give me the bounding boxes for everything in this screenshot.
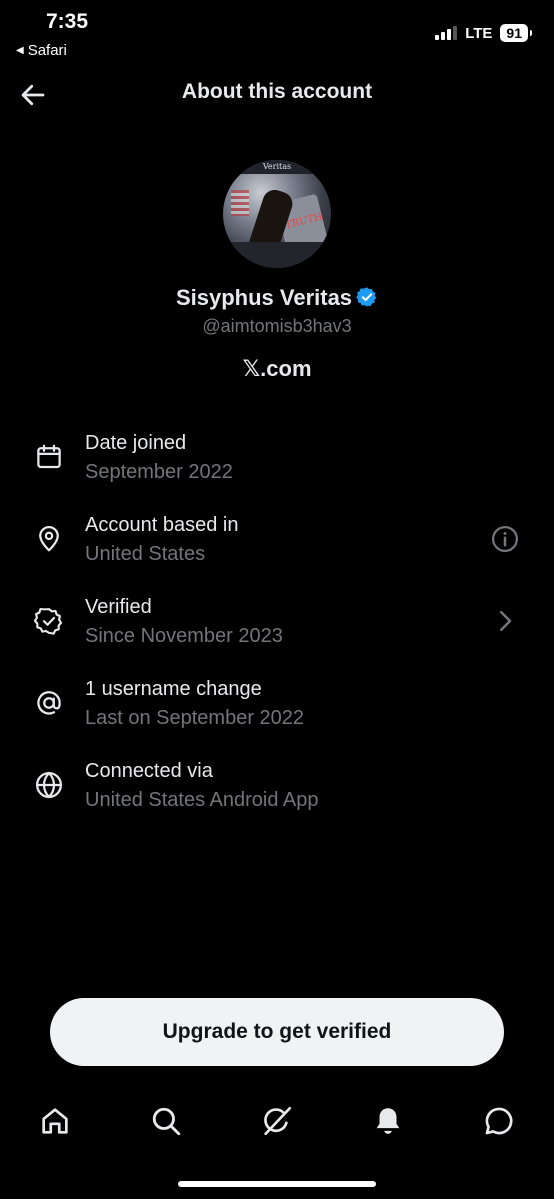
info-title: Account based in xyxy=(85,514,239,536)
verified-badge-icon[interactable] xyxy=(356,286,378,308)
info-title: 1 username change xyxy=(85,678,262,700)
info-row-date-joined: Date joined September 2022 xyxy=(0,420,554,502)
battery-level: 91 xyxy=(500,24,532,42)
info-title: Date joined xyxy=(85,432,187,454)
display-name: Sisyphus Veritas xyxy=(175,285,353,310)
notifications-bell-icon[interactable] xyxy=(371,1104,405,1138)
back-app-label: Safari xyxy=(27,42,67,59)
account-info-list: Date joined September 2022 Account based… xyxy=(0,420,554,830)
grok-icon[interactable] xyxy=(260,1104,294,1138)
avatar[interactable]: Veritas TRUTH xyxy=(223,160,331,268)
info-title: Verified xyxy=(85,596,152,618)
info-title: Connected via xyxy=(85,760,213,782)
at-sign-icon xyxy=(37,691,61,715)
site-name: 𝕏.com xyxy=(242,356,312,381)
info-subtitle: United States xyxy=(85,543,206,565)
status-indicators: LTE 91 xyxy=(435,24,532,42)
info-row-connected-via: Connected via United States Android App xyxy=(0,748,554,830)
back-to-app-link[interactable]: ◀ Safari xyxy=(16,42,67,59)
chevron-right-icon[interactable] xyxy=(490,606,520,636)
calendar-icon xyxy=(37,444,61,469)
info-subtitle: Since November 2023 xyxy=(85,625,283,647)
messages-icon[interactable] xyxy=(482,1104,516,1138)
search-icon[interactable] xyxy=(149,1104,183,1138)
page-title: About this account xyxy=(181,80,373,103)
user-handle: @aimtomisb3hav3 xyxy=(202,316,352,336)
verified-outline-icon xyxy=(34,607,63,635)
display-name-row: Sisyphus Veritas xyxy=(0,285,554,311)
location-pin-icon xyxy=(39,526,59,552)
home-icon[interactable] xyxy=(38,1104,72,1138)
home-indicator[interactable] xyxy=(178,1181,376,1187)
back-triangle-icon: ◀ xyxy=(16,45,24,56)
info-subtitle: Last on September 2022 xyxy=(85,707,305,729)
status-time: 7:35 xyxy=(46,10,89,33)
upgrade-button[interactable]: Upgrade to get verified xyxy=(50,998,504,1066)
globe-icon xyxy=(36,771,62,799)
bottom-nav xyxy=(0,1096,554,1146)
status-bar: 7:35 ◀ Safari LTE 91 xyxy=(0,0,554,70)
network-type: LTE xyxy=(465,24,493,42)
cellular-signal-icon xyxy=(435,26,458,40)
page-header: About this account xyxy=(0,70,554,120)
info-row-username-change: 1 username change Last on September 2022 xyxy=(0,666,554,748)
info-row-verified[interactable]: Verified Since November 2023 xyxy=(0,584,554,666)
info-subtitle: United States Android App xyxy=(85,789,319,811)
avatar-banner-text: Veritas xyxy=(223,160,331,174)
info-row-account-based-in: Account based in United States xyxy=(0,502,554,584)
info-subtitle: September 2022 xyxy=(85,461,233,483)
info-icon[interactable] xyxy=(490,524,520,554)
